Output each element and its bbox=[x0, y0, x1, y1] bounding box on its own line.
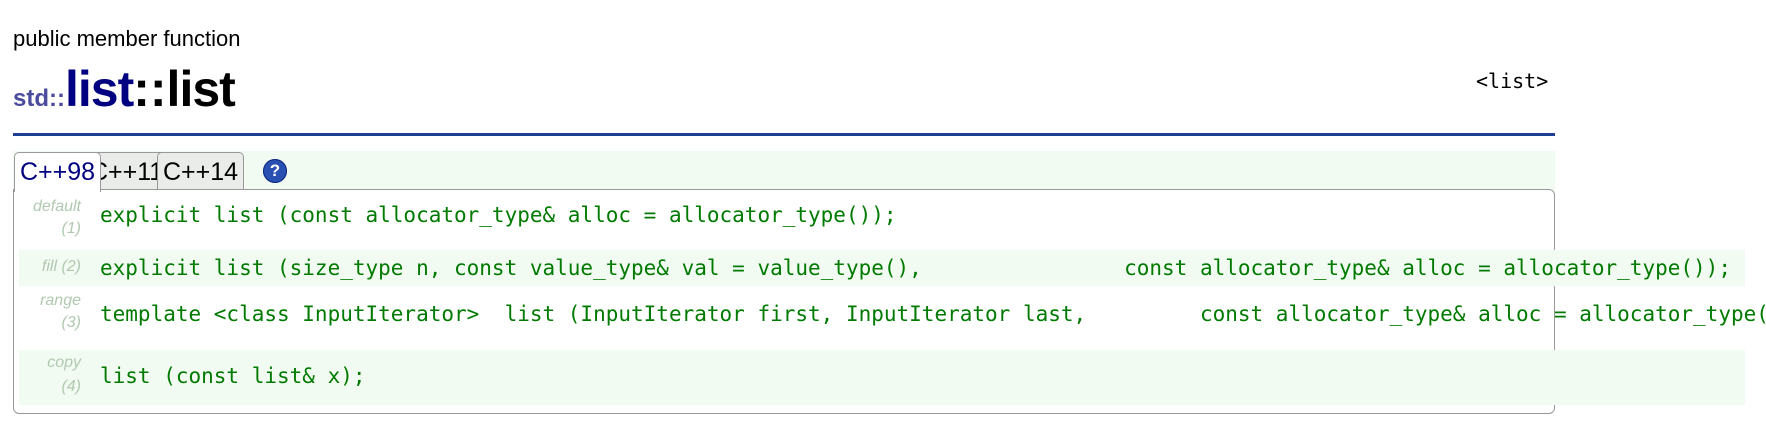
overload-signature: list (const list& x); bbox=[100, 364, 366, 388]
overload-number: (4) bbox=[61, 378, 81, 395]
tab-cpp98[interactable]: C++98 bbox=[14, 152, 102, 192]
title-function-name: list bbox=[166, 61, 236, 117]
overload-number: (1) bbox=[61, 220, 81, 237]
overload-row-range: range (3) template <class InputIterator>… bbox=[19, 292, 1766, 337]
overload-row-copy: copy (4) list (const list& x); bbox=[19, 350, 1745, 405]
tab-cpp14[interactable]: C++14 bbox=[157, 152, 245, 190]
header-include-tag[interactable]: <list> bbox=[1476, 69, 1548, 93]
overload-label: range bbox=[40, 292, 81, 309]
page-kind-label: public member function bbox=[13, 26, 241, 51]
overload-row-default: default (1) explicit list (const allocat… bbox=[19, 198, 1549, 241]
page-title: std::list::list bbox=[13, 61, 236, 117]
tab-strip bbox=[13, 151, 1555, 190]
title-namespace[interactable]: std:: bbox=[13, 85, 65, 112]
title-class-link[interactable]: list bbox=[65, 61, 134, 117]
overload-signature: explicit list (size_type n, const value_… bbox=[100, 256, 1731, 280]
overload-signature: template <class InputIterator> list (Inp… bbox=[100, 302, 1766, 326]
overload-number: (3) bbox=[61, 314, 81, 331]
overload-label: copy bbox=[47, 354, 81, 371]
header-divider bbox=[13, 133, 1555, 136]
title-separator: :: bbox=[133, 61, 167, 117]
help-icon[interactable]: ? bbox=[263, 159, 287, 183]
overload-label: fill (2) bbox=[41, 258, 81, 275]
overload-signature: explicit list (const allocator_type& all… bbox=[100, 203, 897, 227]
overload-label: default bbox=[32, 198, 81, 215]
overload-row-fill: fill (2) explicit list (size_type n, con… bbox=[19, 250, 1745, 286]
